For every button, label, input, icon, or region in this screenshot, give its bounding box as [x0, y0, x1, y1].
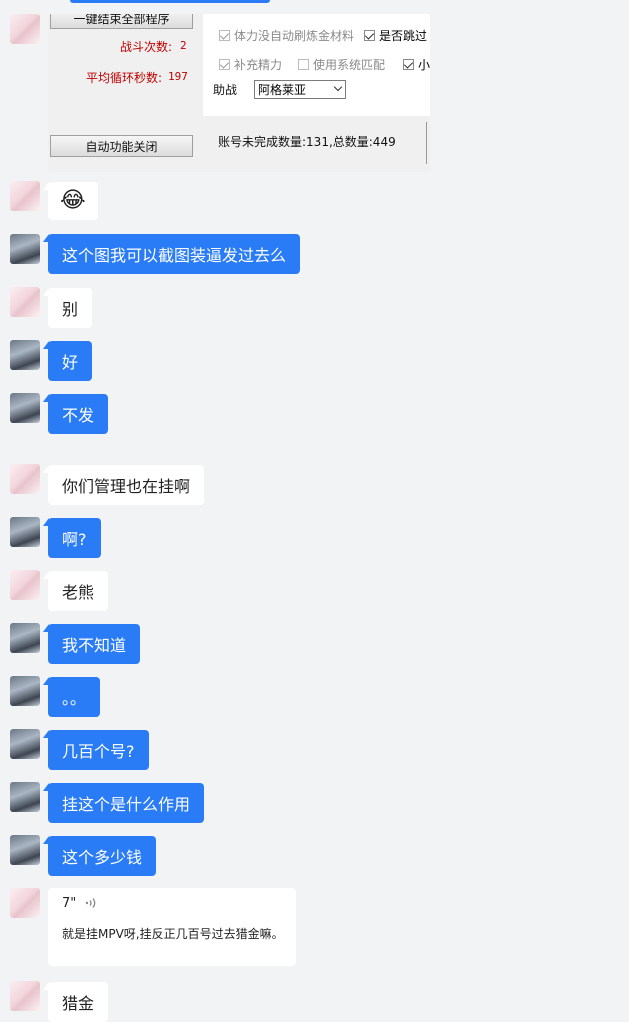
self-avatar[interactable]: [10, 517, 40, 547]
previous-message-edge: [70, 0, 270, 3]
contact-avatar[interactable]: [10, 888, 40, 918]
contact-avatar[interactable]: [10, 287, 40, 317]
outgoing-message[interactable]: 几百个号?: [43, 730, 149, 770]
assist-select: 阿格莱亚: [254, 80, 346, 99]
divider: [426, 122, 427, 164]
battle-count-value: 2: [180, 39, 187, 52]
laughing-emoji-icon: 😂: [60, 188, 86, 213]
incoming-message[interactable]: 猎金: [42, 982, 109, 1022]
checkbox-checked-icon: [219, 30, 230, 41]
self-avatar[interactable]: [10, 676, 40, 706]
contact-avatar[interactable]: [10, 570, 40, 600]
self-avatar[interactable]: [10, 623, 40, 653]
outgoing-message[interactable]: 这个图我可以截图装逼发过去么: [42, 234, 301, 274]
avg-cycle-label: 平均循环秒数:: [86, 71, 163, 85]
self-avatar[interactable]: [10, 340, 40, 370]
auto-function-off-button: 自动功能关闭: [50, 135, 193, 157]
checkbox-checked-icon: [219, 59, 230, 70]
stamina-checkbox-label: 体力没自动刷炼金材料: [234, 29, 355, 43]
refill-checkbox-label: 补充精力: [234, 58, 283, 72]
refill-stamina-checkbox: 补充精力: [219, 56, 282, 73]
incoming-message[interactable]: 老熊: [42, 571, 109, 611]
self-avatar[interactable]: [10, 393, 40, 423]
screenshot-image-message[interactable]: 一键结束全部程序 战斗次数: 2 平均循环秒数: 197 自动功能关闭 体力没自…: [48, 14, 430, 172]
screenshot-left-pane: 一键结束全部程序 战斗次数: 2 平均循环秒数: 197 自动功能关闭: [48, 14, 200, 172]
skip-checkbox: 是否跳过: [364, 27, 427, 44]
checkbox-unchecked-icon: [298, 59, 309, 70]
contact-avatar[interactable]: [10, 14, 40, 44]
checkbox-checked-icon: [403, 59, 414, 70]
voice-wave-icon[interactable]: [84, 896, 98, 914]
system-match-checkbox: 使用系统匹配: [298, 56, 385, 73]
outgoing-message[interactable]: 我不知道: [42, 624, 141, 664]
incoming-message[interactable]: 你们管理也在挂啊: [42, 465, 205, 505]
self-avatar[interactable]: [10, 782, 40, 812]
contact-avatar[interactable]: [10, 181, 40, 211]
outgoing-message[interactable]: 好: [42, 341, 93, 381]
self-avatar[interactable]: [10, 835, 40, 865]
voice-duration: 7": [62, 896, 77, 911]
screenshot-right-pane: 体力没自动刷炼金材料 是否跳过 补充精力 使用系统匹配 小 助战: [203, 14, 430, 116]
voice-transcript: 就是挂MPV呀,挂反正几百号过去猎金嘛。: [62, 927, 284, 941]
assist-select-value: 阿格莱亚: [258, 83, 307, 97]
self-avatar[interactable]: [10, 729, 40, 759]
outgoing-message[interactable]: 啊?: [43, 518, 101, 558]
account-status-text: 账号未完成数量:131,总数量:449: [218, 135, 396, 149]
voice-message[interactable]: 7" 就是挂MPV呀,挂反正几百号过去猎金嘛。: [48, 888, 296, 966]
contact-avatar[interactable]: [10, 464, 40, 494]
small-checkbox-label: 小: [418, 58, 430, 72]
system-match-checkbox-label: 使用系统匹配: [313, 58, 386, 72]
self-avatar[interactable]: [10, 234, 40, 264]
outgoing-message[interactable]: 挂这个是什么作用: [42, 783, 205, 823]
end-all-programs-button: 一键结束全部程序: [50, 14, 193, 29]
outgoing-message[interactable]: 不发: [42, 394, 109, 434]
skip-checkbox-label: 是否跳过: [379, 29, 428, 43]
checkbox-checked-icon: [364, 30, 375, 41]
small-checkbox: 小: [403, 56, 430, 73]
incoming-message[interactable]: 别: [42, 288, 93, 328]
outgoing-message[interactable]: 这个多少钱: [42, 836, 157, 876]
avg-cycle-value: 197: [168, 70, 188, 83]
battle-count-label: 战斗次数:: [120, 40, 173, 54]
assist-label: 助战: [213, 83, 238, 97]
voice-wave-icon: [85, 898, 96, 908]
contact-avatar[interactable]: [10, 981, 40, 1011]
incoming-message[interactable]: 😂: [43, 182, 98, 220]
chevron-down-icon: [333, 82, 343, 92]
outgoing-message[interactable]: 。。: [42, 677, 101, 717]
stamina-checkbox: 体力没自动刷炼金材料: [219, 27, 354, 44]
